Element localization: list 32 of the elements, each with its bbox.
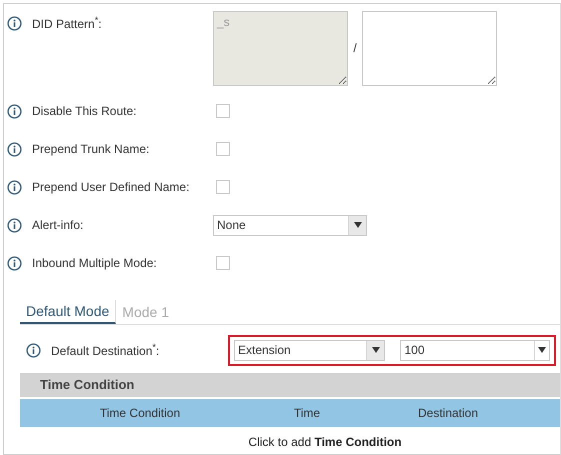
column-header: Time [294,406,320,420]
field-label: Alert-info: [32,218,84,232]
info-icon[interactable] [7,256,22,270]
destination-type-select[interactable]: Extension [234,340,386,360]
field-label: Disable This Route: [32,104,136,118]
pattern-field[interactable] [362,11,497,86]
field-label: Prepend User Defined Name: [32,180,190,194]
checkbox[interactable] [216,256,230,270]
field-label: Default Destination$^{*}$: [51,342,160,358]
info-icon[interactable] [7,218,22,232]
info-icon[interactable] [26,342,41,358]
field-label: Prepend Trunk Name: [32,142,150,156]
add-time-condition-link[interactable]: Click to add Time Condition [248,435,402,449]
mode-tab[interactable]: Default Mode [20,300,116,324]
info-icon[interactable] [7,16,22,30]
dropdown-arrow-icon [354,222,362,228]
field-label: DID Pattern$^{*}$: [32,15,102,31]
info-icon[interactable] [7,142,22,156]
column-header: Time Condition [100,406,180,420]
info-icon[interactable] [7,104,22,118]
field-label: Inbound Multiple Mode: [32,256,157,270]
destination-select[interactable]: 100 [400,340,550,360]
checkbox[interactable] [216,142,230,156]
dropdown-arrow-icon [538,347,546,353]
alert-info-select[interactable]: None [213,214,367,236]
info-icon[interactable] [7,180,22,194]
section-header: Time Condition [20,373,560,397]
separator-text: / [352,40,358,55]
checkbox[interactable] [216,180,230,194]
column-header: Destination [418,406,478,420]
checkbox[interactable] [216,104,230,118]
dropdown-arrow-icon [372,347,380,353]
